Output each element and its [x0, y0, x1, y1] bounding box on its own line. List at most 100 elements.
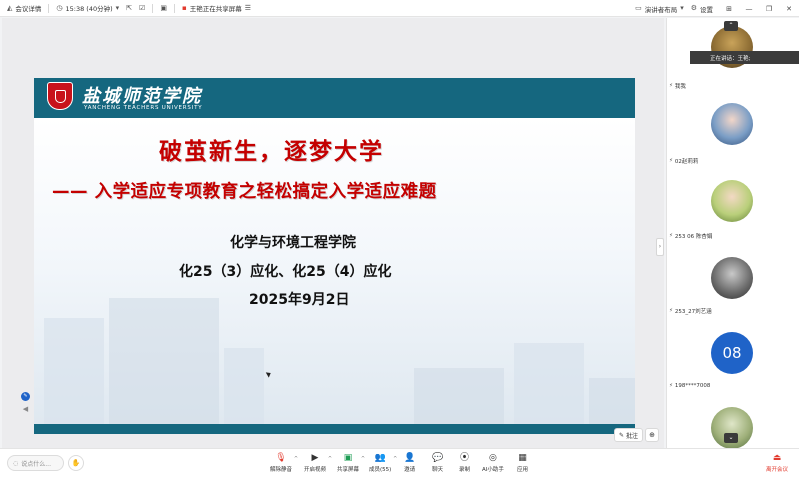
avatar	[711, 103, 753, 145]
campus-building-illustration	[109, 298, 219, 425]
ai-assistant-button[interactable]: ◎ AI小助手	[482, 453, 504, 477]
window-controls: ▭ 演讲者布局 ▾ ⚙ 设置 ⊞ — ❐ ✕	[628, 0, 799, 17]
leave-label: 离开会议	[766, 467, 789, 473]
slide-classes: 化25（3）应化、化25（4）应化	[179, 264, 392, 280]
participant-name-bar: ⚡ 198****7008	[667, 381, 713, 390]
participant-name: 198****7008	[674, 382, 711, 389]
meeting-details-label: 会议详情	[15, 5, 42, 13]
members-button[interactable]: 👥 成员(55) ^	[369, 453, 397, 477]
invite-icon: 👤	[404, 453, 416, 463]
pen-tool-icon[interactable]: ✎	[21, 392, 30, 401]
avatar	[711, 257, 753, 299]
slide-header: 盐城师范学院 YANCHENG TEACHERS UNIVERSITY	[34, 78, 635, 118]
quick-chat-input[interactable]: ◌ 说点什么...	[7, 455, 64, 471]
share-screen-button[interactable]: ▣ 共享屏幕 ^	[337, 453, 365, 477]
volume-icon[interactable]: ◀	[23, 406, 28, 413]
bottom-toolbar: ◌ 说点什么... ✋ 🎙 解除静音 ^ ▶ 开启视频 ^ ▣ 共享屏幕 ^ 👥…	[0, 448, 799, 479]
pin-icon: ⊞	[726, 4, 732, 13]
gear-icon: ⚙	[690, 4, 697, 12]
chevron-up-icon[interactable]: ^	[393, 456, 397, 462]
external-link-button[interactable]: ⇱	[126, 3, 133, 12]
participant-name-bar: ⚡ 253_27刘艺涵	[667, 306, 714, 315]
raise-hand-button[interactable]: ✋	[68, 455, 84, 471]
pen-icon: ✎	[619, 431, 625, 439]
screen-share-icon: ▪	[181, 3, 187, 12]
speaking-indicator: 正在讲话：王艳;	[690, 51, 799, 64]
video-button[interactable]: ▶ 开启视频 ^	[304, 453, 332, 477]
record-label: 录制	[459, 467, 471, 473]
settings-button[interactable]: ⚙ 设置	[691, 4, 713, 14]
top-bar: ◭ 会议详情 ◷ 15:38 (40分钟) ▾ ⇱ ☑ ▣ ▪ 王艳正在共享屏幕…	[0, 0, 799, 17]
members-label: 成员(55)	[369, 467, 392, 473]
divider	[48, 3, 50, 13]
scroll-down-button[interactable]: ⌄	[724, 433, 738, 443]
divider	[152, 3, 154, 13]
participant-tile[interactable]: ⚡ 253 06 陈杏娟	[667, 168, 799, 243]
participant-name-bar: ⚡ 02赵莉莉	[667, 156, 701, 165]
participant-tile[interactable]: ⚡ 02赵莉莉	[667, 93, 799, 168]
meeting-time: 15:38 (40分钟)	[65, 5, 113, 13]
apps-label: 应用	[517, 467, 529, 473]
participant-panel: ⚡ 我我 ⚡ 02赵莉莉 ⚡ 253 06 陈杏娟 ⚡ 253_27刘艺涵 08…	[666, 18, 799, 449]
meeting-timer[interactable]: ◷ 15:38 (40分钟) ▾	[56, 3, 119, 13]
scroll-up-button[interactable]: ⌃	[724, 21, 738, 31]
panel-collapse-handle[interactable]: ›	[656, 238, 664, 256]
mic-muted-icon: ⚡	[669, 82, 673, 89]
document-button[interactable]: ▣	[160, 4, 167, 12]
school-emblem-icon	[47, 82, 73, 110]
close-button[interactable]: ✕	[779, 5, 799, 13]
unmute-button[interactable]: 🎙 解除静音 ^	[270, 453, 298, 477]
apps-button[interactable]: ▦ 应用	[517, 453, 528, 477]
record-button[interactable]: ⦿ 录制	[459, 453, 470, 477]
close-icon: ✕	[786, 4, 792, 13]
security-button[interactable]: ☑	[139, 4, 145, 12]
invite-label: 邀请	[404, 467, 416, 473]
participant-name-bar: ⚡ 253 06 陈杏娟	[667, 231, 715, 240]
participant-tile[interactable]: ⚡ 253_27刘艺涵	[667, 243, 799, 318]
maximize-button[interactable]: ❐	[759, 5, 779, 13]
mic-muted-icon: ⚡	[669, 382, 673, 389]
chevron-up-icon[interactable]: ^	[294, 456, 298, 462]
exit-icon: ⏏	[772, 453, 782, 463]
side-tools: ✎ ◀	[20, 392, 31, 413]
participant-tile[interactable]: 08 ⚡ 198****7008	[667, 318, 799, 393]
mic-muted-icon: ⚡	[669, 157, 673, 164]
slide-title: 破茧新生，逐梦大学	[159, 139, 384, 165]
hand-icon: ✋	[71, 459, 81, 467]
zoom-button[interactable]: ⊕	[645, 428, 659, 442]
meeting-details-button[interactable]: ◭ 会议详情	[7, 3, 41, 13]
slide-college: 化学与环境工程学院	[230, 235, 356, 251]
leave-meeting-button[interactable]: ⏏ 离开会议	[766, 453, 788, 473]
avatar-initials: 08	[711, 332, 753, 374]
slide-date: 2025年9月2日	[249, 292, 350, 308]
sharing-status[interactable]: ▪ 王艳正在共享屏幕 ☰	[182, 3, 251, 13]
invite-button[interactable]: 👤 邀请	[404, 453, 415, 477]
ai-assistant-icon: ◎	[489, 453, 497, 463]
campus-building-illustration	[414, 368, 504, 425]
unmute-label: 解除静音	[270, 467, 293, 473]
mic-muted-icon: ⚡	[669, 307, 673, 314]
chevron-up-icon[interactable]: ^	[328, 456, 332, 462]
participant-name: 253 06 陈杏娟	[674, 233, 713, 240]
participant-name: 02赵莉莉	[674, 158, 699, 165]
participant-name-bar: ⚡ 我我	[667, 81, 688, 90]
layout-button[interactable]: ▭ 演讲者布局 ▾	[635, 4, 684, 14]
chat-placeholder: 说点什么...	[21, 460, 51, 468]
annotate-button[interactable]: ✎ 批注	[614, 428, 644, 442]
participant-name: 253_27刘艺涵	[674, 308, 712, 315]
school-name-en: YANCHENG TEACHERS UNIVERSITY	[84, 105, 203, 111]
chat-bubble-icon: ◌	[13, 459, 19, 467]
pin-button[interactable]: ⊞	[719, 5, 739, 13]
chat-button[interactable]: 💬 聊天	[432, 453, 443, 477]
campus-building-illustration	[589, 378, 635, 425]
slide-subtitle: —— 入学适应专项教育之轻松搞定入学适应难题	[52, 182, 437, 202]
clock-icon: ◷	[56, 3, 63, 12]
layout-icon: ▭	[635, 4, 642, 12]
chat-label: 聊天	[432, 467, 444, 473]
external-link-icon: ⇱	[126, 3, 133, 12]
chevron-up-icon[interactable]: ^	[361, 456, 365, 462]
chat-icon: 💬	[432, 453, 444, 463]
minimize-button[interactable]: —	[739, 5, 759, 13]
settings-label: 设置	[700, 5, 713, 14]
layout-label: 演讲者布局	[644, 5, 678, 14]
